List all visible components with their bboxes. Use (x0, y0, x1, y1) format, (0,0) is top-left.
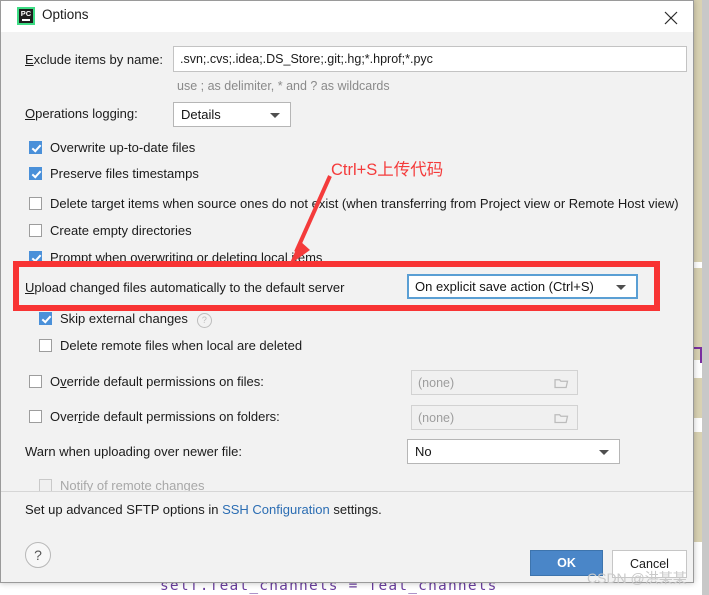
checkbox-label: Override default permissions on folders: (50, 409, 280, 424)
operations-logging-value: Details (181, 107, 221, 122)
checkbox-label: Preserve files timestamps (50, 166, 199, 181)
checkbox-box[interactable] (29, 251, 42, 264)
override-folders-label-text: ide default permissions on folders: (82, 409, 280, 424)
checkbox-box[interactable] (29, 141, 42, 154)
sftp-note-suffix: settings. (329, 502, 382, 517)
checkbox-prompt-when-overwriting[interactable]: Prompt when overwriting or deleting loca… (29, 250, 322, 265)
sftp-note-prefix: Set up advanced SFTP options in (25, 502, 223, 517)
operations-logging-label-text: perations logging: (35, 106, 138, 121)
exclude-items-label-text: xclude items by name: (33, 52, 164, 67)
sftp-note-bar: Set up advanced SFTP options in SSH Conf… (1, 491, 693, 530)
help-button[interactable]: ? (25, 542, 51, 568)
warn-newer-select[interactable]: No (407, 439, 620, 464)
chevron-down-icon (270, 112, 280, 118)
pycharm-icon-label: PC (20, 9, 32, 18)
checkbox-preserve-timestamps[interactable]: Preserve files timestamps (29, 166, 199, 181)
pycharm-icon: PC (17, 7, 35, 25)
checkbox-box[interactable] (29, 375, 42, 388)
checkbox-box[interactable] (29, 197, 42, 210)
folder-icon (554, 379, 569, 389)
checkbox-box[interactable] (29, 410, 42, 423)
help-icon[interactable]: ? (196, 313, 212, 328)
override-files-label-text: erride default permissions on files: (66, 374, 264, 389)
ide-strip (693, 0, 702, 262)
window-title: Options (42, 7, 89, 22)
ssh-configuration-link[interactable]: SSH Configuration (222, 502, 330, 517)
checkbox-label: Override default permissions on files: (50, 374, 264, 389)
checkbox-label: Create empty directories (50, 223, 192, 238)
checkbox-skip-external-changes[interactable]: Skip external changes? (39, 311, 212, 328)
exclude-items-input[interactable]: .svn;.cvs;.idea;.DS_Store;.git;.hg;*.hpr… (173, 46, 687, 72)
upload-auto-label: Upload changed files automatically to th… (25, 280, 345, 295)
operations-logging-select[interactable]: Details (173, 102, 291, 127)
ide-scrollbar[interactable] (702, 0, 709, 595)
ide-strip (693, 432, 702, 542)
upload-auto-value: On explicit save action (Ctrl+S) (415, 279, 594, 294)
title-bar[interactable]: PC Options (1, 1, 693, 33)
checkbox-delete-remote-files[interactable]: Delete remote files when local are delet… (39, 338, 302, 353)
warn-newer-label-text: Warn when uploading over newer file: (25, 444, 243, 459)
folder-icon (554, 414, 569, 424)
override-files-value: (none) (418, 376, 455, 390)
override-folders-value: (none) (418, 411, 455, 425)
chevron-down-icon (599, 449, 609, 455)
checkbox-box[interactable] (29, 167, 42, 180)
options-dialog: PC Options Exclude items by name: .svn;.… (0, 0, 694, 583)
override-folders-input: (none) (411, 405, 578, 430)
exclude-items-hint: use ; as delimiter, * and ? as wildcards (177, 79, 390, 93)
checkbox-box[interactable] (29, 224, 42, 237)
checkbox-label: Delete remote files when local are delet… (60, 338, 303, 353)
checkbox-label: Overwrite up-to-date files (50, 140, 196, 155)
chevron-down-icon (616, 284, 626, 290)
checkbox-override-permissions-files[interactable]: Override default permissions on files: (29, 374, 264, 389)
operations-logging-label: Operations logging: (25, 106, 138, 121)
dialog-body: Exclude items by name: .svn;.cvs;.idea;.… (1, 32, 693, 530)
ok-button[interactable]: OK (530, 550, 603, 576)
close-icon[interactable] (649, 1, 693, 31)
checkbox-box[interactable] (39, 312, 52, 325)
warn-newer-label: Warn when uploading over newer file: (25, 444, 242, 459)
checkbox-label: Delete target items when source ones do … (50, 196, 679, 211)
checkbox-label: Prompt when overwriting or deleting loca… (50, 250, 323, 265)
pycharm-icon-bar (22, 19, 30, 21)
exclude-items-label: Exclude items by name: (25, 52, 164, 67)
checkbox-create-empty-directories[interactable]: Create empty directories (29, 223, 192, 238)
upload-auto-label-text: pload changed files automatically to the… (34, 280, 345, 295)
ide-strip (693, 378, 702, 418)
checkbox-overwrite-up-to-date[interactable]: Overwrite up-to-date files (29, 140, 195, 155)
sftp-note-text: Set up advanced SFTP options in SSH Conf… (25, 502, 382, 517)
cancel-button[interactable]: Cancel (612, 550, 687, 578)
checkbox-override-permissions-folders[interactable]: Override default permissions on folders: (29, 409, 280, 424)
checkbox-label: Skip external changes (60, 311, 188, 326)
override-files-input: (none) (411, 370, 578, 395)
checkbox-delete-target-items[interactable]: Delete target items when source ones do … (29, 196, 679, 211)
warn-newer-value: No (415, 444, 432, 459)
upload-auto-select[interactable]: On explicit save action (Ctrl+S) (407, 274, 638, 299)
checkbox-box[interactable] (39, 339, 52, 352)
